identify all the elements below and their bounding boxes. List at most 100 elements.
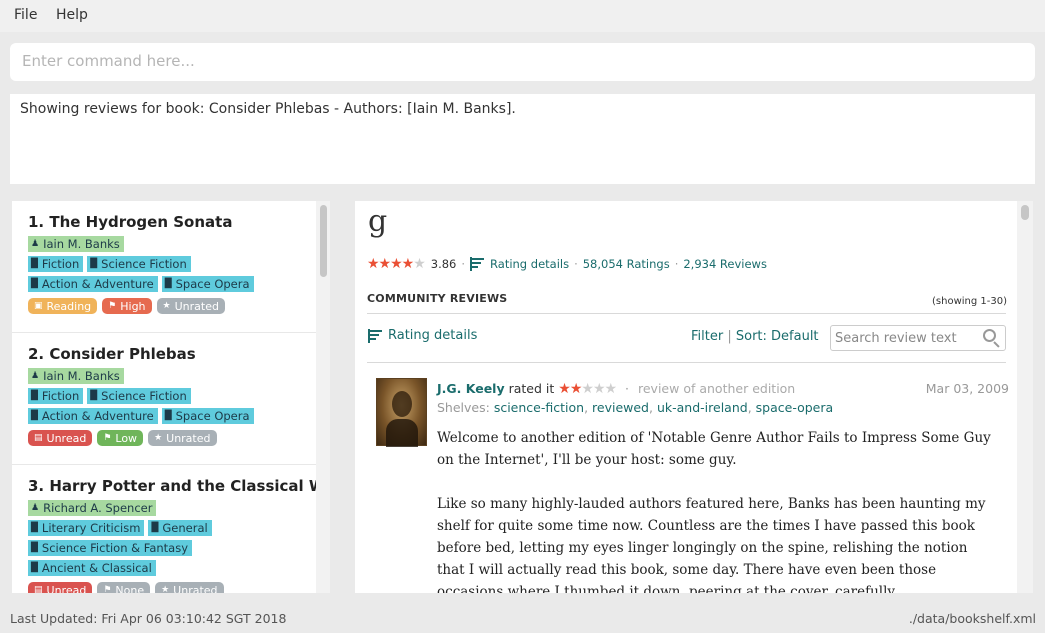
category-tag: █ General <box>148 520 212 536</box>
book-icon: █ <box>151 523 159 533</box>
flag-icon: ⚑ <box>108 301 117 311</box>
search-icon[interactable] <box>983 329 1001 348</box>
book-icon: █ <box>31 563 38 573</box>
review-stars: ★★★★★ <box>558 381 617 397</box>
rated-it-label: rated it <box>508 381 555 396</box>
book-icon: █ <box>31 279 38 289</box>
category-tag: █ Science Fiction & Fantasy <box>28 540 193 556</box>
divider <box>367 313 1006 314</box>
book-title: 2. Consider Phlebas <box>28 345 196 363</box>
status-badge: ▣ Reading <box>28 298 98 314</box>
closed-book-icon: ▤ <box>34 585 43 593</box>
book-card[interactable]: 3. Harry Potter and the Classical World … <box>12 465 330 593</box>
rating-details-icon <box>368 328 382 343</box>
divider <box>367 362 1006 363</box>
category-tag: █ Literary Criticism <box>28 520 145 536</box>
rating-badge: ★ Unrated <box>148 430 217 446</box>
rating-details-toggle[interactable]: Rating details <box>368 328 477 343</box>
book-title: 3. Harry Potter and the Classical World <box>28 477 330 495</box>
showing-range: (showing 1-30) <box>932 296 1007 307</box>
menu-file[interactable]: File <box>14 7 37 23</box>
review-body: Welcome to another edition of 'Notable G… <box>437 427 997 593</box>
book-list-panel: 1. The Hydrogen Sonata ♟ Iain M. Banks █ F… <box>12 201 330 593</box>
category-tag: █ Action & Adventure <box>28 408 158 424</box>
book-icon: █ <box>90 259 98 269</box>
rating-badge: ★ Unrated <box>155 582 224 593</box>
review-search-input[interactable]: Search review text <box>830 325 1006 351</box>
community-reviews-heading: COMMUNITY REVIEWS <box>367 292 508 305</box>
book-list-scroll-thumb[interactable] <box>320 205 327 277</box>
author-tag: ♟ Richard A. Spencer <box>28 500 157 516</box>
star-icon: ★ <box>161 585 170 593</box>
category-tag: █ Action & Adventure <box>28 276 158 292</box>
review-browser-panel: g ★★★★★ 3.86 · Rating details · 58,054 R… <box>355 201 1033 593</box>
review-date[interactable]: Mar 03, 2009 <box>926 381 1009 396</box>
star-icon: ★ <box>162 301 171 311</box>
book-icon: █ <box>90 391 98 401</box>
category-tag: █ Fiction <box>28 256 84 272</box>
category-tag: █ Science Fiction <box>87 388 191 404</box>
book-icon: █ <box>31 523 38 533</box>
book-icon: █ <box>31 259 38 269</box>
priority-badge: ⚑ Low <box>97 430 144 446</box>
command-input[interactable]: Enter command here... <box>10 43 1035 81</box>
book-icon: █ <box>164 279 172 289</box>
author-tag: ♟ Iain M. Banks <box>28 236 124 252</box>
result-display: Showing reviews for book: Consider Phleb… <box>10 94 1035 184</box>
reviewer-name[interactable]: J.G. Keely <box>437 381 505 396</box>
review-shelves: Shelves: science-fiction, reviewed, uk-a… <box>437 400 834 415</box>
book-card[interactable]: 2. Consider Phlebas ♟ Iain M. Banks █ Fict… <box>12 333 316 465</box>
rating-details-icon <box>470 257 485 271</box>
status-badge: ▤ Unread <box>28 582 93 593</box>
last-updated: Last Updated: Fri Apr 06 03:10:42 SGT 20… <box>10 611 287 626</box>
shelf-link[interactable]: space-opera <box>756 400 833 415</box>
shelf-link[interactable]: reviewed <box>592 400 649 415</box>
shelf-link[interactable]: science-fiction <box>494 400 584 415</box>
book-icon: █ <box>31 543 38 553</box>
reviewer-avatar[interactable] <box>376 378 427 447</box>
star-icon: ★ <box>154 433 163 443</box>
person-icon: ♟ <box>31 371 40 381</box>
ratings-count-link[interactable]: 58,054 Ratings <box>583 257 670 271</box>
menu-help[interactable]: Help <box>56 7 88 23</box>
review-header: J.G. Keely rated it ★★★★★ · review of an… <box>437 381 1009 397</box>
page-heading: g <box>368 204 388 239</box>
average-rating: 3.86 <box>430 257 457 271</box>
review-scrollbar[interactable] <box>1017 201 1033 593</box>
category-tag: █ Space Opera <box>161 276 254 292</box>
status-badge: ▤ Unread <box>28 430 93 446</box>
result-text: Showing reviews for book: Consider Phleb… <box>20 101 516 117</box>
shelf-link[interactable]: uk-and-ireland <box>657 400 748 415</box>
priority-badge: ⚑ High <box>102 298 152 314</box>
closed-book-icon: ▤ <box>34 433 43 443</box>
book-icon: █ <box>31 411 38 421</box>
review-paragraph: Like so many highly-lauded authors featu… <box>437 496 986 593</box>
flag-icon: ⚑ <box>103 585 112 593</box>
category-tag: █ Fiction <box>28 388 84 404</box>
filter-link[interactable]: Filter <box>691 329 723 344</box>
menu-bar: File Help <box>0 0 1045 32</box>
book-card[interactable]: 1. The Hydrogen Sonata ♟ Iain M. Banks █ F… <box>12 201 316 333</box>
priority-badge: ⚑ None <box>97 582 151 593</box>
average-stars: ★★★★★ <box>367 256 426 272</box>
category-tag: █ Ancient & Classical <box>28 560 156 576</box>
book-title: 1. The Hydrogen Sonata <box>28 213 233 231</box>
reviews-count-link[interactable]: 2,934 Reviews <box>683 257 767 271</box>
category-tag: █ Science Fiction <box>87 256 191 272</box>
book-icon: █ <box>164 411 172 421</box>
book-list-scrollbar[interactable] <box>316 201 330 593</box>
rating-badge: ★ Unrated <box>156 298 225 314</box>
review-scroll-thumb[interactable] <box>1021 205 1029 220</box>
sort-dropdown[interactable]: Sort: Default <box>736 329 819 344</box>
book-icon: █ <box>31 391 38 401</box>
flag-icon: ⚑ <box>103 433 112 443</box>
other-edition-label[interactable]: review of another edition <box>638 381 795 396</box>
rating-summary: ★★★★★ 3.86 · Rating details · 58,054 Rat… <box>367 256 767 272</box>
category-tag: █ Space Opera <box>161 408 254 424</box>
status-bar: Last Updated: Fri Apr 06 03:10:42 SGT 20… <box>0 604 1045 633</box>
filter-sort-controls: Filter | Sort: Default <box>691 329 819 344</box>
file-path: ./data/bookshelf.xml <box>908 611 1036 626</box>
open-book-icon: ▣ <box>34 301 43 311</box>
author-tag: ♟ Iain M. Banks <box>28 368 124 384</box>
rating-details-link[interactable]: Rating details <box>490 257 569 271</box>
